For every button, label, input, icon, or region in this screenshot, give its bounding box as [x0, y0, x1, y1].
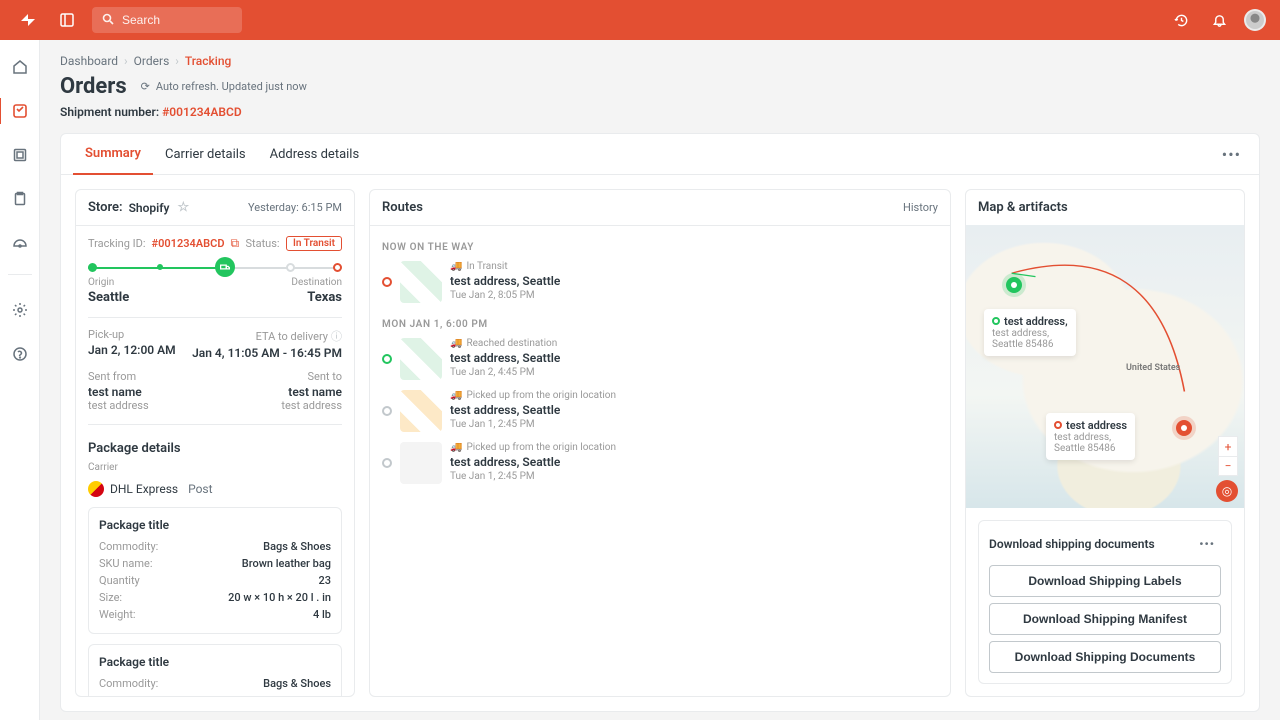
nav-orders-icon[interactable] — [0, 98, 38, 124]
downloads-card: Download shipping documents ••• Download… — [978, 520, 1232, 684]
map-zoom-out-button[interactable]: − — [1218, 456, 1238, 476]
origin-label: Origin — [88, 277, 114, 288]
store-card: Store: Shopify ☆ Yesterday: 6:15 PM Trac… — [75, 189, 355, 697]
nav-widget-icon[interactable] — [0, 230, 40, 256]
map-card: Map & artifacts United States test addre… — [965, 189, 1245, 697]
store-name: Shopify — [129, 201, 170, 215]
tabs: Summary Carrier details Address details … — [61, 134, 1259, 175]
chevron-right-icon: › — [175, 54, 179, 68]
routes-title: Routes — [382, 200, 423, 215]
package-title: Package title — [99, 655, 331, 669]
store-label: Store: — [88, 200, 123, 215]
eta-label: ETA to delivery — [256, 330, 328, 343]
map-origin-pin-icon[interactable] — [1006, 277, 1022, 293]
store-timestamp: Yesterday: 6:15 PM — [248, 201, 342, 214]
map-destination-pin-icon[interactable] — [1176, 420, 1192, 436]
route-section-now: NOW ON THE WAY — [382, 242, 938, 253]
map-title: Map & artifacts — [978, 200, 1068, 215]
sent-from-name: test name — [88, 385, 149, 399]
pickup-label: Pick-up — [88, 328, 176, 341]
truck-icon: 🚚 — [450, 442, 462, 453]
crumb-dashboard[interactable]: Dashboard — [60, 54, 118, 68]
package-title: Package title — [99, 518, 331, 532]
truck-icon: 🚚 — [450, 338, 462, 349]
nav-home-icon[interactable] — [0, 54, 40, 80]
tab-summary[interactable]: Summary — [73, 134, 153, 175]
auto-refresh-status: ⟳ Auto refresh. Updated just now — [141, 80, 307, 93]
nav-settings-icon[interactable] — [0, 297, 40, 323]
map-locate-button[interactable]: ◎ — [1216, 480, 1238, 502]
truck-icon: 🚚 — [450, 261, 462, 272]
star-icon[interactable]: ☆ — [178, 200, 190, 215]
map-country-label: United States — [1126, 363, 1180, 373]
search-icon — [102, 13, 114, 28]
route-item: 🚚In Transit test address, Seattle Tue Ja… — [382, 261, 938, 313]
tracking-id: #001234ABCD — [152, 237, 225, 250]
info-icon[interactable]: ⓘ — [331, 328, 342, 344]
breadcrumb: Dashboard › Orders › Tracking — [60, 54, 1260, 68]
truck-icon: 🚚 — [450, 390, 462, 401]
status-label: Status: — [245, 237, 279, 250]
route-item: 🚚Picked up from the origin location test… — [382, 390, 938, 442]
progress-stepper: Origin Destination Seattle Texas — [88, 267, 342, 305]
map-canvas[interactable]: United States test address, test address… — [966, 225, 1244, 508]
map-tooltip-destination: test address test address, Seattle 85486 — [1046, 413, 1135, 460]
route-item: 🚚Reached destination test address, Seatt… — [382, 338, 938, 390]
routes-card: Routes History NOW ON THE WAY 🚚In Transi… — [369, 189, 951, 697]
refresh-icon: ⟳ — [141, 80, 150, 93]
app-header — [0, 0, 1280, 40]
map-tooltip-origin: test address, test address, Seattle 8548… — [984, 309, 1076, 356]
left-nav — [0, 40, 40, 720]
pickup-value: Jan 2, 12:00 AM — [88, 343, 176, 357]
status-badge: In Transit — [286, 236, 342, 251]
package-details-heading: Package details — [88, 441, 342, 456]
download-documents-button[interactable]: Download Shipping Documents — [989, 641, 1221, 673]
sent-to-name: test name — [281, 385, 342, 399]
page-title: Orders — [60, 74, 127, 99]
tab-address-details[interactable]: Address details — [258, 135, 372, 174]
more-actions-icon[interactable]: ••• — [1216, 139, 1247, 170]
eta-value: Jan 4, 11:05 AM - 16:45 PM — [192, 346, 342, 360]
route-section-date: MON JAN 1, 6:00 PM — [382, 319, 938, 330]
bell-icon[interactable] — [1206, 7, 1232, 33]
sent-to-addr: test address — [281, 399, 342, 412]
global-search[interactable] — [92, 7, 242, 33]
sent-from-addr: test address — [88, 399, 149, 412]
shipment-number: #001234ABCD — [162, 105, 242, 119]
package-card: Package title Commodity:Bags & Shoes SKU… — [88, 644, 342, 696]
crumb-orders[interactable]: Orders — [134, 54, 170, 68]
download-labels-button[interactable]: Download Shipping Labels — [989, 565, 1221, 597]
nav-catalog-icon[interactable] — [0, 142, 40, 168]
dhl-logo-icon — [88, 481, 104, 497]
brand-logo-icon[interactable] — [14, 12, 42, 28]
sent-to-label: Sent to — [281, 370, 342, 383]
carrier-name: DHL Express — [110, 482, 178, 496]
route-item: 🚚Picked up from the origin location test… — [382, 442, 938, 494]
downloads-title: Download shipping documents — [989, 537, 1155, 551]
download-manifest-button[interactable]: Download Shipping Manifest — [989, 603, 1221, 635]
search-input[interactable] — [122, 13, 232, 27]
shipment-label: Shipment number: — [60, 105, 159, 119]
sent-from-label: Sent from — [88, 370, 149, 383]
tab-carrier-details[interactable]: Carrier details — [153, 135, 258, 174]
copy-icon[interactable]: ⧉ — [231, 236, 240, 251]
crumb-current: Tracking — [185, 54, 231, 68]
history-icon[interactable] — [1168, 7, 1194, 33]
nav-help-icon[interactable] — [0, 341, 40, 367]
user-avatar[interactable] — [1244, 9, 1266, 31]
destination-city: Texas — [307, 290, 342, 305]
tracking-id-label: Tracking ID: — [88, 237, 146, 250]
nav-clipboard-icon[interactable] — [0, 186, 40, 212]
package-card: Package title Commodity:Bags & Shoes SKU… — [88, 507, 342, 634]
map-zoom-controls: + − — [1218, 436, 1238, 476]
routes-history-link[interactable]: History — [903, 201, 938, 214]
carrier-label: Carrier — [88, 462, 342, 473]
map-zoom-in-button[interactable]: + — [1218, 436, 1238, 456]
downloads-more-icon[interactable]: ••• — [1193, 531, 1221, 557]
destination-label: Destination — [291, 277, 342, 288]
panel-toggle-icon[interactable] — [54, 7, 80, 33]
chevron-right-icon: › — [124, 54, 128, 68]
carrier-service: Post — [188, 482, 212, 496]
origin-city: Seattle — [88, 290, 129, 305]
